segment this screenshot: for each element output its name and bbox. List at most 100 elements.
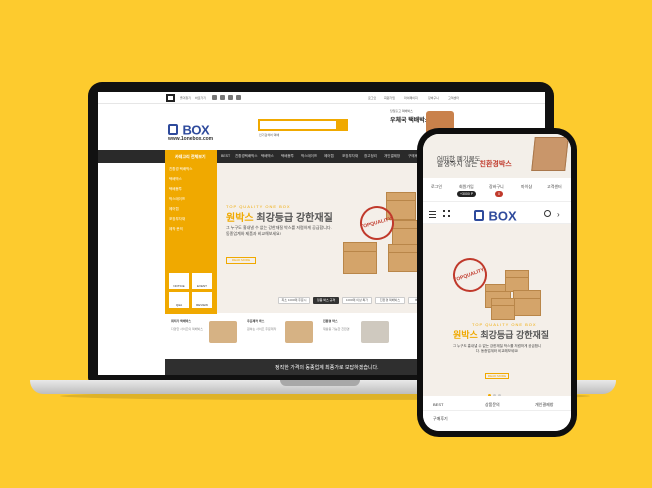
card-title[interactable]: 주문제작 박스	[247, 319, 264, 323]
hero-read-more-button[interactable]: READ MORE	[226, 257, 256, 264]
banner-title-highlight: 친환경박스	[479, 161, 512, 168]
point-badge: +3000 P	[457, 191, 477, 197]
hero-box-image	[343, 242, 377, 274]
search-icon[interactable]	[544, 210, 551, 217]
nav-item[interactable]: 택배봉투	[281, 154, 294, 159]
logo-text: BOX	[488, 208, 517, 224]
home-icon[interactable]	[166, 94, 175, 102]
menu-item-best[interactable]: BEST	[433, 402, 443, 407]
nav-item[interactable]: 에어캡	[324, 154, 334, 159]
ad-title: 우체국 택배박스	[390, 118, 431, 124]
facebook-icon[interactable]	[212, 95, 217, 100]
join-link[interactable]: 회원가입	[459, 184, 474, 190]
sidebar-item[interactable]: 택배봉투	[169, 187, 182, 192]
mypage-link[interactable]: 마이페이지	[404, 96, 418, 100]
sidebar-item[interactable]: 에어캡	[169, 207, 179, 212]
menu-item[interactable]: 상품문의	[485, 402, 500, 408]
site-url: www.1onebox.com	[168, 136, 214, 142]
sidebar-item[interactable]: 박스테이프	[169, 197, 185, 202]
hero-box-image	[505, 270, 529, 292]
hero-box-image	[513, 290, 541, 316]
hero-read-more-button[interactable]: READ MORE	[485, 373, 509, 379]
search-tags: 인기검색어 택배	[259, 133, 279, 137]
card-image[interactable]	[285, 321, 313, 343]
hero-title: 원박스 최강등급 강한재질	[453, 328, 549, 341]
card-title[interactable]: 최저가 택배박스	[171, 319, 191, 323]
ad-subtitle: 당일출고 택배박스	[390, 109, 413, 113]
sidebar-item[interactable]: 제작 문의	[169, 227, 183, 232]
logo-mark-icon	[168, 124, 178, 136]
sidebar-item[interactable]: 포장부자재	[169, 217, 185, 222]
myshop-link[interactable]: 마이샵	[521, 184, 532, 190]
phone-site-logo[interactable]: BOX	[474, 207, 517, 225]
card-image[interactable]	[209, 321, 237, 343]
event-tile[interactable]: EVENT	[192, 273, 212, 289]
banner-text: 정직한 가격의 동종업계 최종가로 보답하겠습니다.	[275, 365, 379, 371]
nav-item[interactable]: 개인결제창	[384, 154, 400, 159]
hero-description: 그 누구도 흉내낼 수 없는 강한재질 박스를 저렴하게 공급합니다. 동종업계…	[226, 225, 332, 236]
banner-box-image	[531, 137, 569, 171]
nav-item[interactable]: 택배박스	[261, 154, 274, 159]
cs-link[interactable]: 고객센터	[448, 96, 459, 100]
hamburger-menu-icon[interactable]	[429, 211, 436, 220]
qna-tile[interactable]: Q&A	[169, 292, 189, 308]
nav-item[interactable]: 친환경택배박스	[235, 154, 258, 159]
hero-box-image	[388, 244, 418, 272]
hero-pill[interactable]: 친환경 택배박스	[375, 297, 405, 304]
phone-screen: 어떠한 폐기물도 발생하지 않는 친환경박스 로그인 회원가입 장바구니 마이샵…	[423, 134, 571, 431]
hero-eyebrow: TOP QUALITY ONE BOX	[472, 322, 537, 327]
hero-box-image	[392, 220, 420, 246]
hero-pill[interactable]: 1000매 이상 특가	[342, 297, 372, 304]
youtube-icon[interactable]	[236, 95, 241, 100]
category-menu-button[interactable]: 카테고리 전체보기	[165, 150, 217, 163]
card-title[interactable]: 친환경 박스	[323, 319, 338, 323]
instagram-icon[interactable]	[228, 95, 233, 100]
search-button[interactable]	[336, 119, 348, 131]
nav-item[interactable]: 박스테이프	[301, 154, 317, 159]
join-link[interactable]: 회원가입	[384, 96, 395, 100]
card-desc: 다양한 사이즈의 택배박스	[171, 327, 204, 331]
sidebar-item[interactable]: 친환경 택배박스	[169, 167, 193, 172]
stamp-text: TOPQUALITY	[359, 216, 393, 231]
menu-item[interactable]: 개인결제창	[535, 402, 553, 408]
phone-top-banner[interactable]: 어떠한 폐기물도 발생하지 않는 친환경박스	[423, 134, 571, 178]
chevron-right-icon[interactable]: ›	[557, 210, 560, 219]
sidebar-quick-tiles: NOTICE EVENT Q&A REVIEW	[165, 270, 217, 314]
nav-item[interactable]: 포장부자재	[342, 154, 358, 159]
login-link[interactable]: 로그인	[431, 184, 442, 190]
sidebar-item[interactable]: 택배박스	[169, 177, 182, 182]
card-image[interactable]	[361, 321, 389, 343]
hero-description: 그 누구도 흉내낼 수 없는 강한재질 박스를 저렴하게 공급합니다. 동종업계…	[452, 344, 542, 353]
banner-title: 발생하지 않는 친환경박스	[437, 159, 512, 169]
hero-title: 원박스 최강등급 강한재질	[226, 209, 333, 224]
hero-box-image	[491, 298, 515, 320]
bookmark-link[interactable]: 즐겨찾기	[180, 96, 191, 100]
menu-item[interactable]: 구매후기	[433, 416, 448, 422]
notice-tile[interactable]: NOTICE	[169, 273, 189, 289]
login-link[interactable]: 로그인	[368, 96, 376, 100]
search-input[interactable]	[258, 119, 348, 131]
laptop-notch	[280, 380, 360, 386]
review-tile[interactable]: REVIEW	[192, 292, 212, 308]
shortcut-link[interactable]: 바로가기	[195, 96, 206, 100]
phone-bottom-menu: BEST 상품문의 개인결제창 구매후기	[423, 396, 571, 431]
grid-menu-icon[interactable]	[443, 210, 450, 217]
card-desc: 원하는 사이즈 주문제작	[247, 327, 277, 331]
category-menu-label: 카테고리 전체보기	[175, 154, 206, 159]
nav-item-best[interactable]: BEST	[221, 154, 230, 158]
stamp-text: TOPQUALITY	[452, 267, 486, 284]
cart-link[interactable]: 장바구니	[428, 96, 439, 100]
cs-link[interactable]: 고객센터	[547, 184, 562, 190]
card-desc: 재활용 가능한 친환경	[323, 327, 350, 331]
search-tag[interactable]: 택배	[274, 133, 280, 137]
blog-icon[interactable]	[220, 95, 225, 100]
search-tag[interactable]: 인기검색어	[259, 133, 273, 137]
cart-count-badge: 0	[495, 191, 503, 197]
hero-title-rest: 최강등급 강한재질	[477, 330, 550, 340]
cart-link[interactable]: 장바구니	[489, 184, 504, 190]
menu-divider	[423, 410, 571, 411]
hero-title-highlight: 원박스	[453, 330, 478, 340]
hero-pill-active[interactable]: 정품 박스 규격	[313, 297, 339, 304]
nav-item[interactable]: 창고정리	[364, 154, 377, 159]
hero-pill[interactable]: 최소 1000매 주문시	[278, 297, 310, 304]
